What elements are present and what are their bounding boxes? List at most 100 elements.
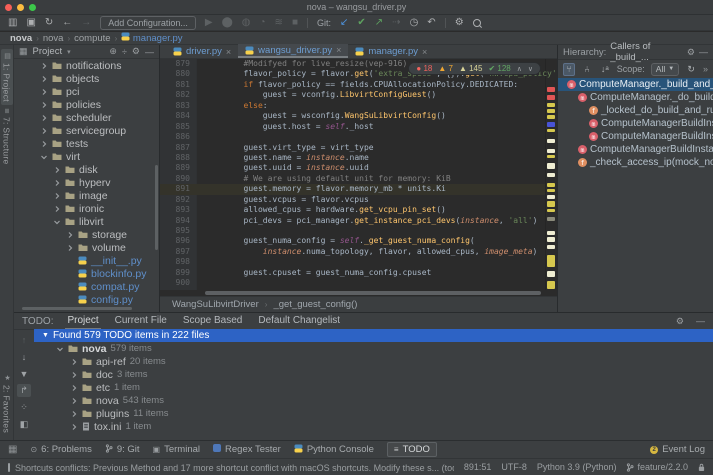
error-stripe-mark[interactable] <box>547 139 555 143</box>
tree-item[interactable]: policies <box>14 98 159 111</box>
project-horizontal-scrollbar[interactable] <box>22 307 132 310</box>
tree-item[interactable]: api-ref20 items <box>34 355 713 368</box>
git-commit-icon[interactable]: ✔ <box>357 18 365 28</box>
stripe-favorites-button[interactable]: ★2: Favorites <box>1 371 13 436</box>
hide-panel-icon[interactable]: — <box>696 316 705 326</box>
chevron-down-icon[interactable]: ▾ <box>67 48 71 56</box>
error-stripe-mark[interactable] <box>547 271 555 277</box>
error-stripe-mark[interactable] <box>547 95 555 100</box>
gear-icon[interactable]: ⚙ <box>676 316 684 327</box>
tree-item[interactable]: tests <box>14 137 159 150</box>
error-stripe-mark[interactable] <box>547 122 555 127</box>
tree-item[interactable]: blockinfo.py <box>14 267 159 280</box>
caret-position[interactable]: 891:51 <box>464 462 492 472</box>
tree-item[interactable]: scheduler <box>14 111 159 124</box>
close-tab-icon[interactable]: × <box>422 47 427 57</box>
tree-item[interactable]: doc3 items <box>34 368 713 381</box>
code-line[interactable]: 893 allowed_cpus = hardware.get_vcpu_pin… <box>160 205 557 215</box>
toolwindow-button-todo[interactable]: ≡TODO <box>387 442 437 457</box>
chevron-right-icon[interactable] <box>66 244 74 252</box>
gear-icon[interactable]: ⚙ <box>687 47 695 58</box>
tree-item[interactable]: virt <box>14 150 159 163</box>
tree-item[interactable]: ironic <box>14 202 159 215</box>
chevron-right-icon[interactable] <box>53 166 61 174</box>
breadcrumb-item[interactable]: compute <box>74 33 110 44</box>
filter-icon[interactable]: ▼ <box>17 367 31 380</box>
tree-item[interactable]: storage <box>14 228 159 241</box>
error-stripe-mark[interactable] <box>547 201 555 207</box>
chevron-down-icon[interactable] <box>56 345 64 353</box>
tree-item[interactable]: f_check_access_ip(mock_notify, <box>558 156 713 169</box>
toolwindow-button--problems[interactable]: ⊙6: Problems <box>30 444 91 455</box>
error-stripe-mark[interactable] <box>547 209 555 212</box>
git-push-icon[interactable]: ↗ <box>375 18 383 28</box>
error-stripe-mark[interactable] <box>547 245 555 249</box>
profiler-icon[interactable]: ◔ <box>260 18 266 28</box>
code-line[interactable]: 899 guest.cpuset = guest_numa_config.cpu… <box>160 268 557 278</box>
todo-view-tab[interactable]: Current File <box>113 313 169 328</box>
chevron-right-icon[interactable] <box>40 140 48 148</box>
error-stripe-mark[interactable] <box>547 109 555 113</box>
breadcrumb-method[interactable]: _get_guest_config() <box>273 299 357 310</box>
tree-item[interactable]: image <box>14 189 159 202</box>
error-stripe-mark[interactable] <box>547 195 555 199</box>
chevron-right-icon[interactable] <box>40 62 48 70</box>
locate-icon[interactable]: ⊕ <box>109 46 117 57</box>
toolwindow-button-terminal[interactable]: ▣Terminal <box>153 444 200 455</box>
preview-panel-icon[interactable]: ◧ <box>17 418 31 431</box>
next-highlight-icon[interactable]: ∨ <box>528 65 533 73</box>
breadcrumb-item[interactable]: nova <box>10 33 32 44</box>
code-line[interactable]: 896 guest_numa_config = self._get_guest_… <box>160 236 557 246</box>
code-line[interactable]: 888 guest.name = instance.name <box>160 153 557 163</box>
error-stripe-mark[interactable] <box>547 217 555 221</box>
chevron-right-icon[interactable] <box>70 397 78 405</box>
tree-item[interactable]: mComputeManagerBuildInstance <box>558 143 713 156</box>
chevron-down-icon[interactable] <box>40 153 48 161</box>
code-line[interactable]: 887 guest.virt_type = virt_type <box>160 143 557 153</box>
code-line[interactable]: 897 instance.numa_topology, flavor, allo… <box>160 247 557 257</box>
error-stripe-mark[interactable] <box>547 115 555 119</box>
error-stripe-mark[interactable] <box>547 189 555 192</box>
hide-panel-icon[interactable]: — <box>145 47 154 57</box>
stop-icon[interactable]: ■ <box>292 18 298 28</box>
todo-view-tab[interactable]: Scope Based <box>181 313 245 328</box>
error-stripe-mark[interactable] <box>547 281 555 289</box>
file-encoding[interactable]: UTF-8 <box>501 462 527 472</box>
code-line[interactable]: 898 <box>160 257 557 267</box>
callee-hierarchy-icon[interactable]: ⑃ <box>581 63 593 76</box>
tree-item[interactable]: disk <box>14 163 159 176</box>
run-icon[interactable]: ▶ <box>205 18 213 28</box>
chevron-right-icon[interactable] <box>40 127 48 135</box>
error-stripe-mark[interactable] <box>547 129 555 132</box>
todo-view-tab[interactable]: Project <box>65 313 100 330</box>
previous-todo-icon[interactable]: ↑ <box>17 333 31 346</box>
interpreter[interactable]: Python 3.9 (Python) <box>537 462 617 472</box>
code-line[interactable]: 885 guest.host = self._host <box>160 122 557 132</box>
tree-item[interactable]: notifications <box>14 59 159 72</box>
code-line[interactable]: 883 else: <box>160 101 557 111</box>
code-line[interactable]: 891 guest.memory = flavor.memory_mb * un… <box>160 184 557 194</box>
editor-horizontal-scrollbar[interactable] <box>205 291 541 295</box>
error-stripe-mark[interactable] <box>547 155 555 158</box>
next-todo-icon[interactable]: ↓ <box>17 350 31 363</box>
search-icon[interactable] <box>473 19 481 27</box>
tree-item[interactable]: mComputeManagerBuildInsta <box>558 130 713 143</box>
close-tab-icon[interactable]: × <box>336 45 341 55</box>
history-icon[interactable]: ◷ <box>410 18 419 28</box>
concurrency-icon[interactable]: ≋ <box>275 18 283 28</box>
chevron-right-icon[interactable] <box>53 179 61 187</box>
code-line[interactable]: 895 <box>160 226 557 236</box>
sync-icon[interactable]: ↻ <box>45 18 53 28</box>
tree-item[interactable]: compat.py <box>14 280 159 293</box>
debug-icon[interactable]: ⬤ <box>222 18 233 28</box>
status-message[interactable]: Shortcuts conflicts: Previous Method and… <box>8 461 454 474</box>
toolwindow-button-python-console[interactable]: Python Console <box>294 444 374 456</box>
todo-view-tab[interactable]: Default Changelist <box>256 313 342 328</box>
chevron-down-icon[interactable] <box>53 218 61 226</box>
lock-icon[interactable] <box>698 463 705 472</box>
event-log-button[interactable]: 2 Event Log <box>650 444 705 455</box>
breadcrumb-item[interactable]: nova <box>43 33 64 44</box>
tree-item[interactable]: libvirt <box>14 215 159 228</box>
breadcrumb-item[interactable]: manager.py <box>121 32 182 44</box>
error-stripe-mark[interactable] <box>547 237 555 242</box>
